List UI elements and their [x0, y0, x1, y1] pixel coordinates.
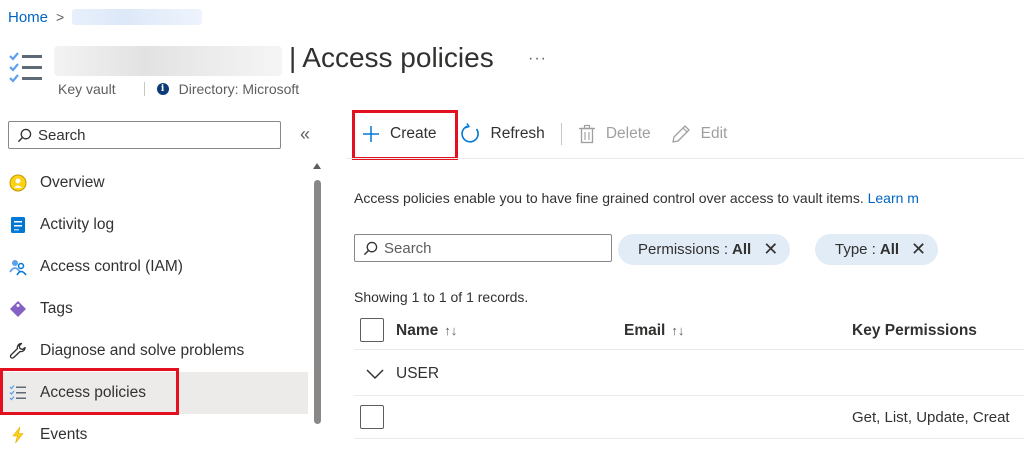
pencil-icon	[671, 125, 690, 143]
description: Access policies enable you to have fine …	[354, 190, 919, 206]
nav-search-placeholder: Search	[38, 126, 86, 144]
column-header-label: Name	[396, 322, 439, 339]
nav-item-tags[interactable]: Tags	[0, 288, 308, 330]
title-separator: |	[289, 42, 297, 73]
iam-icon	[8, 257, 28, 277]
policy-search-placeholder: Search	[384, 239, 432, 257]
create-button-highlight-box	[352, 110, 458, 160]
nav-item-diagnose[interactable]: Diagnose and solve problems	[0, 330, 308, 372]
type-filter-pill[interactable]: Type : All ✕	[815, 234, 939, 265]
nav-item-overview[interactable]: Overview	[0, 162, 308, 204]
group-row-user[interactable]: USER	[354, 352, 1024, 396]
column-header-label: Email	[624, 322, 666, 339]
activity-log-icon	[8, 215, 28, 235]
type-filter-value: All	[879, 241, 900, 258]
nav-item-label: Activity log	[40, 216, 115, 233]
scroll-up-arrow[interactable]	[313, 163, 321, 169]
remove-filter-icon[interactable]: ✕	[763, 239, 778, 260]
resource-subtitle: Key vault i Directory: Microsoft	[58, 81, 299, 97]
collapse-menu-button[interactable]: «	[300, 124, 310, 145]
column-header-name[interactable]: Name ↑↓	[396, 322, 457, 340]
breadcrumb-resource-redacted[interactable]	[72, 9, 203, 25]
nav-item-label: Overview	[40, 174, 105, 191]
policy-search-input[interactable]: Search	[354, 234, 612, 262]
toolbar-divider	[560, 123, 562, 145]
selected-item-highlight-box	[0, 368, 179, 415]
info-icon: i	[156, 83, 169, 95]
permissions-filter-value: All	[732, 241, 752, 258]
row-checkbox[interactable]	[360, 405, 384, 429]
records-count: Showing 1 to 1 of 1 records.	[354, 289, 529, 305]
permissions-filter-label: Permissions :	[638, 241, 729, 258]
delete-label: Delete	[605, 125, 651, 142]
sort-icon[interactable]: ↑↓	[444, 323, 457, 338]
refresh-label: Refresh	[490, 125, 545, 142]
remove-filter-icon[interactable]: ✕	[911, 239, 926, 260]
search-icon	[17, 128, 32, 142]
nav-item-label: Tags	[40, 300, 73, 317]
nav-item-activity-log[interactable]: Activity log	[0, 204, 308, 246]
more-options-button[interactable]: ···	[528, 50, 547, 68]
column-header-email[interactable]: Email ↑↓	[624, 322, 684, 340]
delete-button[interactable]: Delete	[578, 112, 651, 156]
vault-name-redacted	[54, 46, 282, 76]
search-icon	[363, 241, 378, 255]
group-label: USER	[396, 364, 440, 382]
nav-item-events[interactable]: Events	[0, 414, 308, 456]
sort-icon[interactable]: ↑↓	[671, 323, 684, 338]
breadcrumb-separator: >	[56, 9, 65, 25]
nav-scrollbar-thumb[interactable]	[314, 180, 321, 424]
key-permissions-cell: Get, List, Update, Creat	[852, 409, 1010, 426]
refresh-button[interactable]: Refresh	[459, 112, 545, 156]
breadcrumb: Home >	[8, 8, 203, 26]
column-header-key-permissions[interactable]: Key Permissions	[852, 322, 977, 340]
page-title-text: Access policies	[302, 42, 494, 73]
refresh-icon	[460, 123, 479, 143]
chevron-down-icon[interactable]	[366, 368, 384, 380]
nav-search-input[interactable]: Search	[8, 121, 281, 149]
description-text: Access policies enable you to have fine …	[354, 190, 868, 206]
trash-icon	[578, 124, 595, 144]
nav-item-label: Diagnose and solve problems	[40, 342, 245, 359]
table-row[interactable]: Get, List, Update, Creat	[354, 397, 1024, 439]
column-header-label: Key Permissions	[852, 322, 977, 339]
toolbar-divider-line	[346, 158, 1024, 159]
page-title: | Access policies	[289, 42, 494, 74]
directory-label: Directory: Microsoft	[178, 81, 300, 97]
lightning-icon	[8, 425, 28, 445]
subtitle-divider	[143, 82, 145, 96]
wrench-icon	[8, 341, 28, 361]
nav-item-label: Access control (IAM)	[40, 258, 183, 275]
resource-type: Key vault	[58, 81, 116, 97]
permissions-filter-pill[interactable]: Permissions : All ✕	[618, 234, 791, 265]
learn-more-link[interactable]: Learn m	[868, 190, 919, 206]
edit-label: Edit	[700, 125, 728, 142]
overview-icon	[8, 173, 28, 193]
breadcrumb-home-link[interactable]: Home	[8, 9, 48, 26]
table-header: Name ↑↓ Email ↑↓ Key Permissions	[354, 312, 1024, 350]
nav-item-label: Events	[40, 426, 88, 443]
tag-icon	[8, 299, 28, 319]
edit-button[interactable]: Edit	[671, 112, 728, 156]
access-policies-icon	[8, 50, 44, 86]
type-filter-label: Type :	[835, 241, 876, 258]
select-all-checkbox[interactable]	[360, 318, 384, 342]
nav-item-access-control[interactable]: Access control (IAM)	[0, 246, 308, 288]
